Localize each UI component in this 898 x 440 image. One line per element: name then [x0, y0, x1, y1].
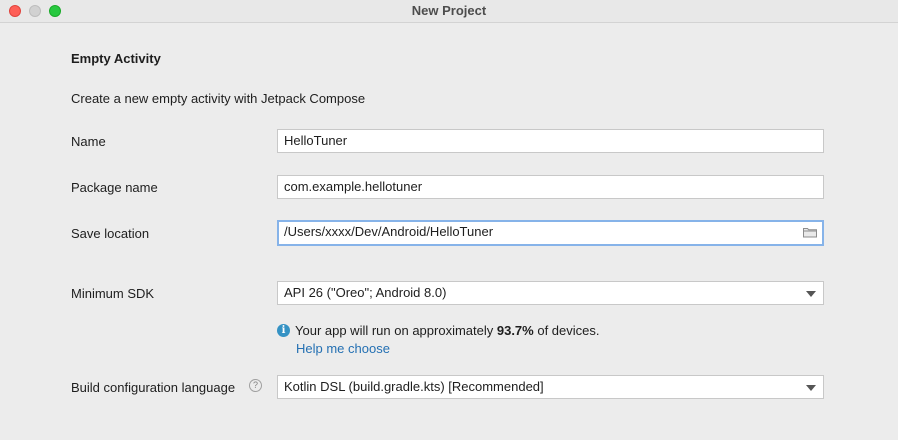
minimum-sdk-dropdown[interactable]: API 26 ("Oreo"; Android 8.0): [277, 281, 824, 305]
sdk-coverage-prefix: Your app will run on approximately: [295, 322, 497, 338]
template-heading: Empty Activity: [71, 51, 161, 66]
name-input[interactable]: HelloTuner: [277, 129, 824, 153]
title-bar: New Project: [0, 0, 898, 23]
help-me-choose-link[interactable]: Help me choose: [296, 341, 390, 356]
name-label: Name: [71, 134, 106, 149]
chevron-down-icon: [806, 291, 816, 297]
sdk-coverage-suffix: of devices.: [533, 322, 600, 338]
sdk-coverage-text: Your app will run on approximately 93.7%…: [295, 323, 600, 338]
minimum-sdk-selected: API 26 ("Oreo"; Android 8.0): [284, 285, 447, 300]
build-language-selected: Kotlin DSL (build.gradle.kts) [Recommend…: [284, 379, 544, 394]
save-location-label: Save location: [71, 226, 150, 241]
sdk-coverage-info: i Your app will run on approximately 93.…: [277, 322, 600, 338]
info-icon: i: [277, 323, 290, 337]
save-location-input-value: /Users/xxxx/Dev/Android/HelloTuner: [284, 224, 494, 239]
build-language-dropdown[interactable]: Kotlin DSL (build.gradle.kts) [Recommend…: [277, 375, 824, 399]
package-name-input[interactable]: com.example.hellotuner: [277, 175, 824, 199]
package-name-label: Package name: [71, 180, 158, 195]
build-language-label: Build configuration language: [71, 380, 236, 395]
minimum-sdk-label: Minimum SDK: [71, 286, 155, 301]
window-title: New Project: [411, 3, 487, 18]
folder-icon[interactable]: [802, 224, 818, 240]
package-name-input-value: com.example.hellotuner: [284, 179, 423, 194]
question-icon[interactable]: ?: [249, 379, 262, 392]
new-project-window: New Project Empty Activity Create a new …: [0, 0, 898, 440]
save-location-input[interactable]: /Users/xxxx/Dev/Android/HelloTuner: [277, 220, 824, 246]
chevron-down-icon: [806, 385, 816, 391]
sdk-coverage-percent: 93.7%: [496, 322, 534, 338]
template-description: Create a new empty activity with Jetpack…: [71, 91, 366, 106]
name-input-value: HelloTuner: [284, 133, 348, 148]
